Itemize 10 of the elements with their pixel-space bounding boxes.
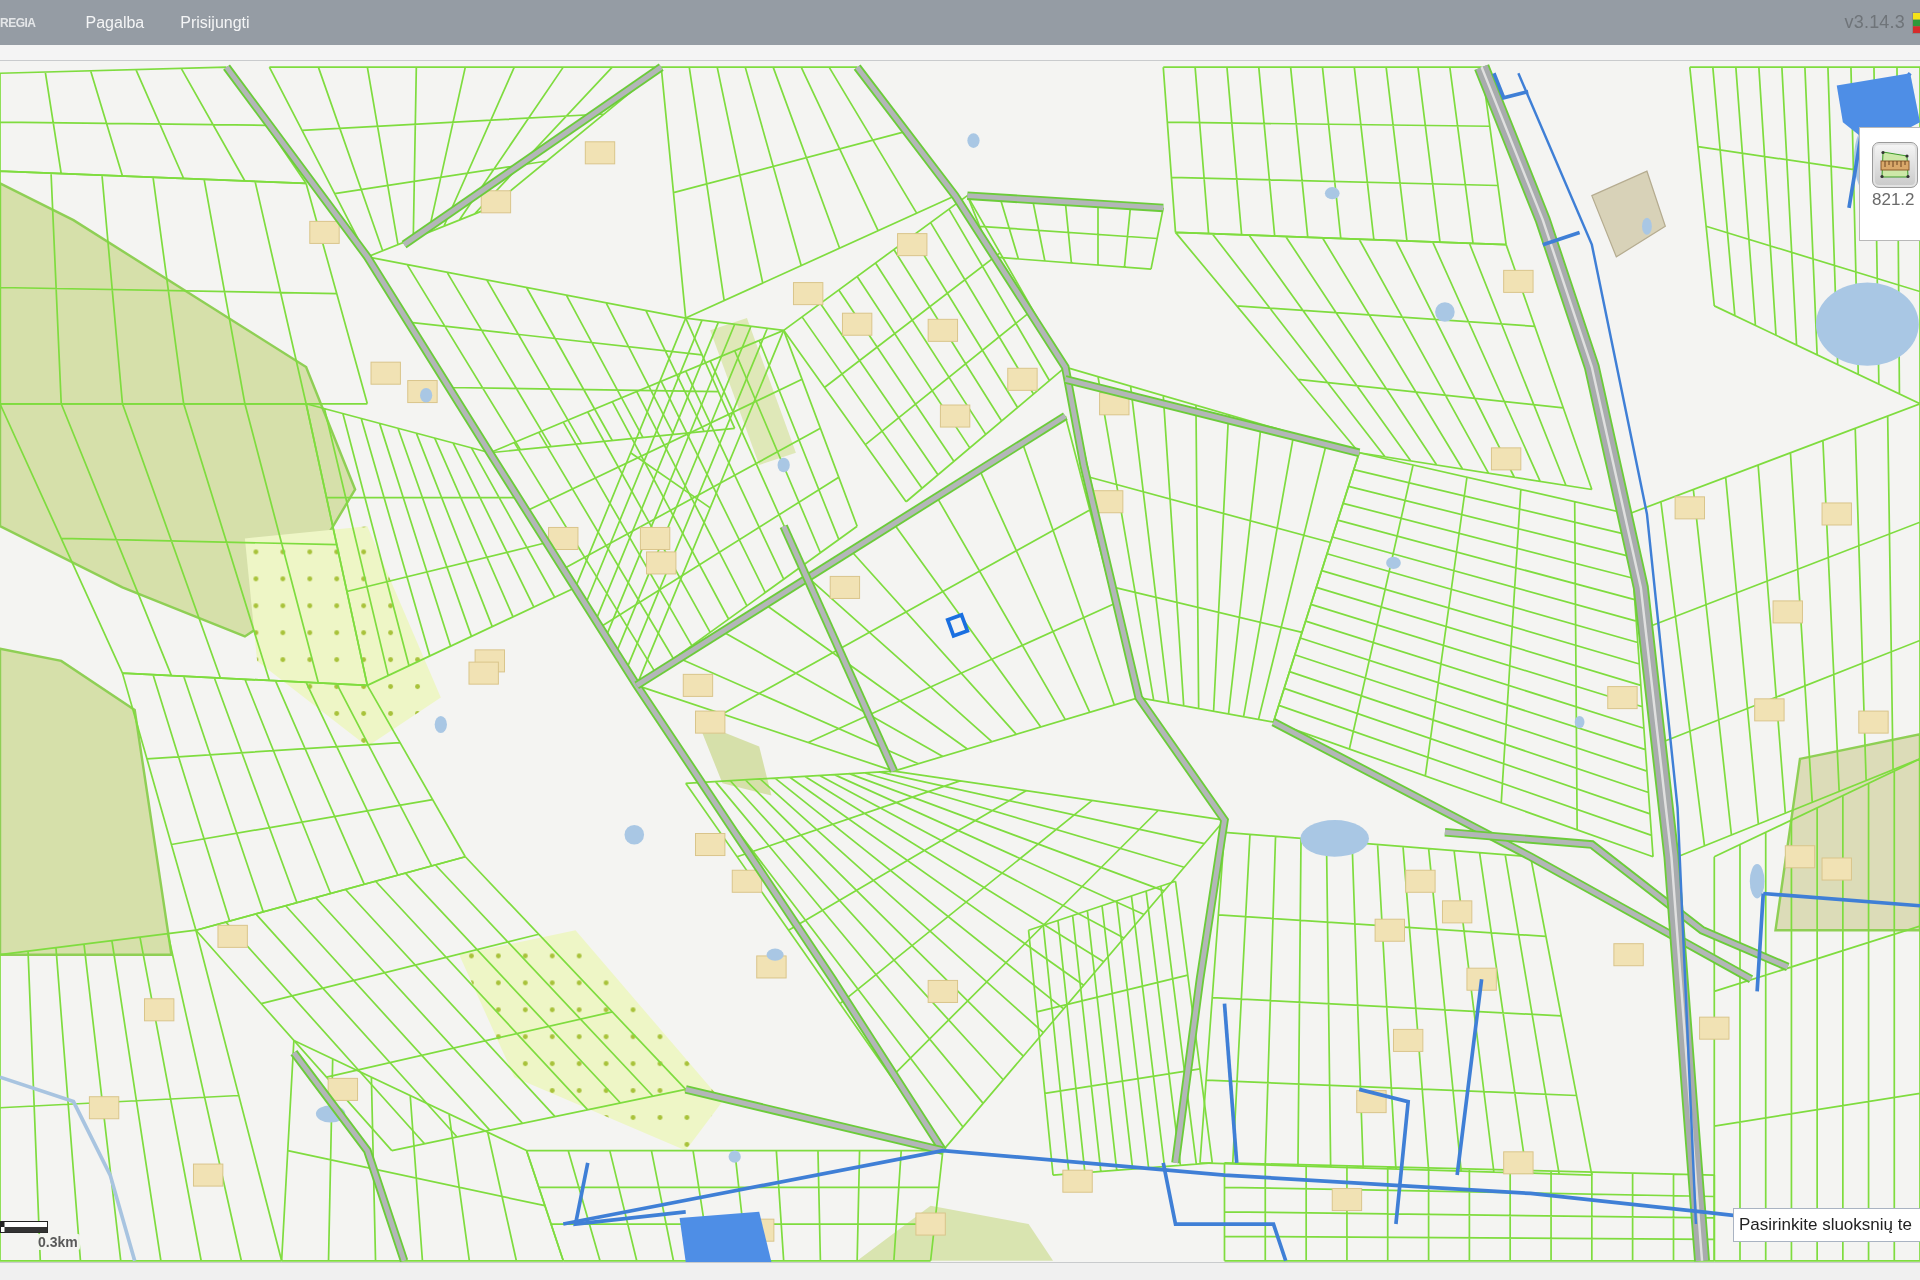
scale-label: 0.3km [36, 1234, 80, 1250]
measure-reading: 821.2 [1872, 190, 1915, 210]
brand-text: REGIA [0, 15, 36, 30]
measure-tool-button[interactable] [1872, 142, 1918, 188]
menu-link[interactable]: Prisijungti [180, 13, 250, 32]
scale-bar-icon [0, 1221, 48, 1233]
menu-link[interactable]: Pagalba [85, 13, 145, 32]
layer-select-field[interactable]: Pasirinkite sluoksnių te [1733, 1208, 1920, 1242]
flag-icon[interactable] [1912, 11, 1920, 34]
ruler-icon [1879, 150, 1911, 180]
